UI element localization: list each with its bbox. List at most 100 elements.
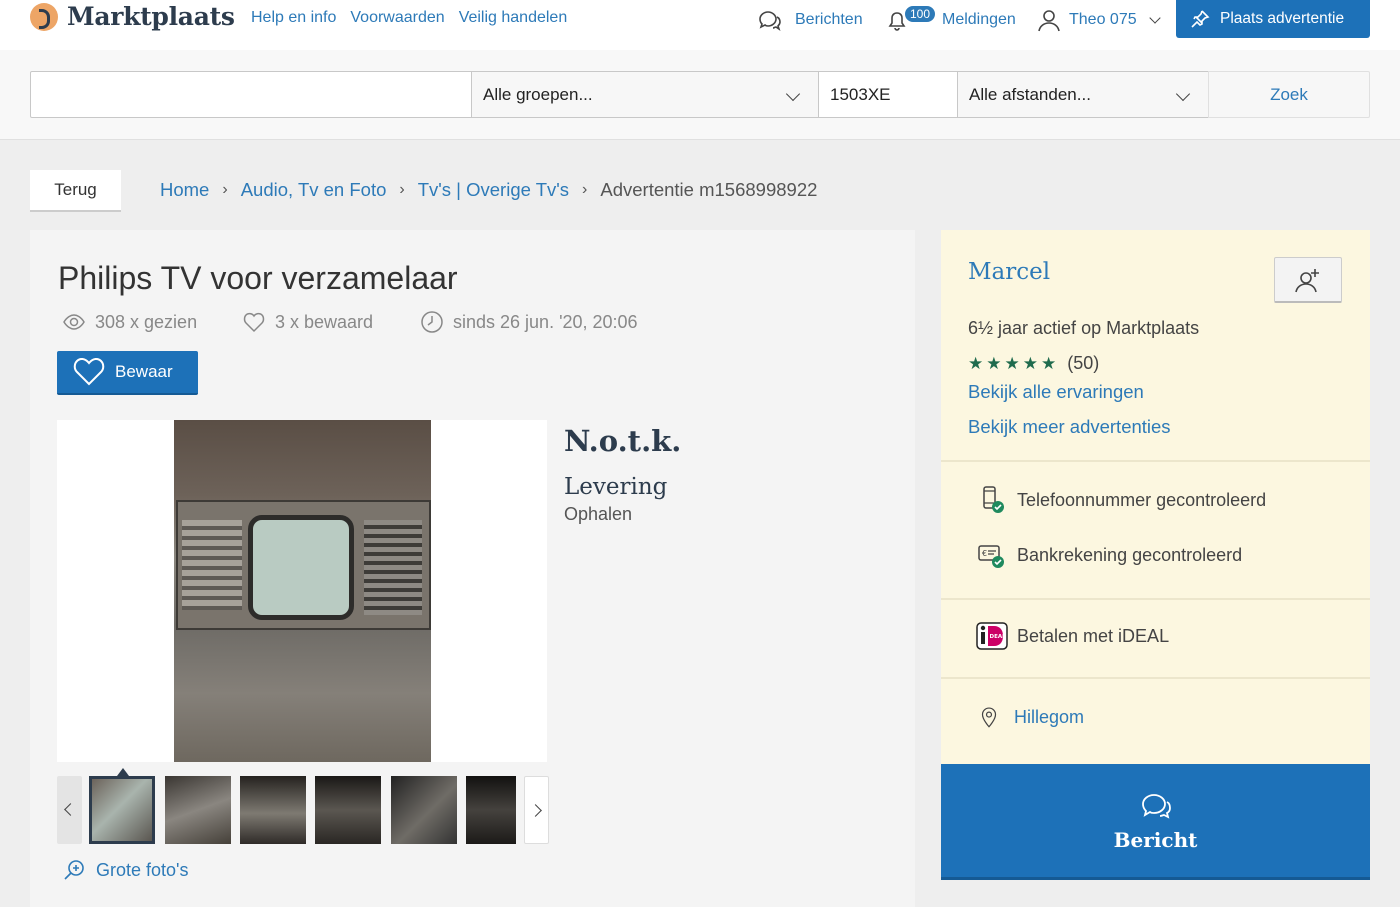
follow-seller-button[interactable]	[1274, 257, 1342, 303]
location-text: Hillegom	[1014, 706, 1085, 727]
send-message-label: Bericht	[1113, 827, 1198, 852]
seller-panel: Marcel 6½ jaar actief op Marktplaats ★★★…	[941, 230, 1370, 764]
saved-count-text: 3 x bewaard	[275, 311, 374, 332]
ideal-icon: DEAL	[976, 622, 1008, 650]
phone-verified: Telefoonnummer gecontroleerd	[976, 484, 1266, 516]
main-photo-frame[interactable]	[57, 420, 547, 762]
breadcrumb-subcategory[interactable]: Tv's | Overige Tv's	[418, 179, 569, 201]
thumbnail-5[interactable]	[391, 776, 457, 844]
main-photo[interactable]	[174, 420, 431, 762]
logo-icon	[30, 2, 58, 31]
logo-text: Marktplaats	[67, 2, 235, 31]
distance-value: Alle afstanden...	[969, 84, 1091, 104]
messages-label: Berichten	[795, 11, 863, 28]
breadcrumb-current: Advertentie m1568998922	[600, 179, 818, 200]
thumbnail-1[interactable]	[89, 776, 155, 844]
chat-icon	[1141, 793, 1171, 819]
thumbnail-3[interactable]	[240, 776, 306, 844]
ideal-payment: DEAL Betalen met iDEAL	[976, 620, 1169, 652]
seller-rating: ★★★★★ (50)	[968, 353, 1099, 374]
divider	[941, 460, 1370, 462]
eye-icon	[63, 314, 85, 330]
heart-icon	[73, 358, 105, 386]
bell-wrap: 100	[884, 5, 937, 33]
chat-icon	[759, 11, 781, 31]
large-photos-link[interactable]: Grote foto's	[62, 858, 188, 882]
search-bar: Alle groepen... 1503XE Alle afstanden...…	[0, 50, 1400, 140]
search-input[interactable]	[30, 71, 472, 118]
chevron-right-icon: ›	[222, 181, 228, 198]
category-value: Alle groepen...	[483, 84, 593, 104]
more-ads-link[interactable]: Bekijk meer advertenties	[968, 416, 1171, 438]
seller-location[interactable]: Hillegom	[976, 704, 1084, 730]
breadcrumb: Home › Audio, Tv en Foto › Tv's | Overig…	[160, 179, 817, 201]
clock-icon	[421, 311, 443, 333]
user-menu[interactable]: Theo 075	[1036, 5, 1161, 35]
posted-date: sinds 26 jun. '20, 20:06	[420, 310, 638, 334]
svg-text:DEAL: DEAL	[990, 634, 1007, 640]
review-count: (50)	[1067, 353, 1100, 373]
bank-verified: € Bankrekening gecontroleerd	[976, 539, 1242, 571]
price: N.o.t.k.	[564, 424, 682, 458]
add-user-icon	[1295, 268, 1319, 292]
delivery-label: Levering	[564, 474, 668, 500]
active-thumbnail-pointer	[117, 768, 129, 776]
saved-count: 3 x bewaard	[242, 310, 373, 334]
marktplaats-logo[interactable]: Marktplaats	[30, 2, 235, 31]
notifications-badge: 100	[904, 5, 937, 23]
seller-name[interactable]: Marcel	[968, 259, 1050, 285]
chevron-down-icon	[785, 86, 801, 102]
large-photos-label: Grote foto's	[96, 859, 189, 880]
star-rating: ★★★★★	[968, 353, 1060, 373]
phone-verified-text: Telefoonnummer gecontroleerd	[1017, 489, 1267, 510]
chevron-right-icon: ›	[582, 181, 588, 198]
notifications-label: Meldingen	[942, 11, 1016, 28]
terms-link[interactable]: Voorwaarden	[350, 9, 444, 27]
phone-verified-icon	[983, 486, 1004, 513]
listing-card: Philips TV voor verzamelaar 308 x gezien…	[30, 230, 915, 907]
search-button[interactable]: Zoek	[1208, 71, 1370, 118]
top-links: Help en info Voorwaarden Veilig handelen	[251, 9, 567, 27]
heart-icon	[243, 312, 265, 333]
posted-date-text: sinds 26 jun. '20, 20:06	[453, 311, 638, 332]
thumbnail-prev-button[interactable]	[57, 776, 82, 844]
thumbnail-4[interactable]	[315, 776, 381, 844]
seller-active-since: 6½ jaar actief op Marktplaats	[968, 318, 1200, 338]
photo-tv-panel	[182, 520, 242, 610]
all-reviews-link[interactable]: Bekijk alle ervaringen	[968, 381, 1144, 403]
delivery-value: Ophalen	[564, 504, 633, 524]
user-icon	[1038, 10, 1060, 32]
notifications-link[interactable]: 100 Meldingen	[884, 5, 1016, 35]
safe-trading-link[interactable]: Veilig handelen	[459, 9, 568, 27]
thumbnail-next-button[interactable]	[524, 776, 549, 844]
view-count-text: 308 x gezien	[95, 311, 198, 332]
divider	[941, 598, 1370, 600]
thumbnail-2[interactable]	[165, 776, 231, 844]
chevron-down-icon	[1148, 12, 1161, 24]
back-button[interactable]: Terug	[30, 170, 121, 212]
place-ad-button[interactable]: Plaats advertentie	[1176, 0, 1370, 38]
location-pin-icon	[981, 707, 997, 728]
zoom-in-icon	[64, 860, 84, 880]
save-button[interactable]: Bewaar	[57, 351, 198, 395]
messages-link[interactable]: Berichten	[756, 5, 863, 35]
distance-select[interactable]: Alle afstanden...	[957, 71, 1209, 118]
send-message-button[interactable]: Bericht	[941, 764, 1370, 880]
postcode-input[interactable]: 1503XE	[818, 71, 958, 118]
category-select[interactable]: Alle groepen...	[471, 71, 819, 118]
listing-title: Philips TV voor verzamelaar	[58, 260, 458, 296]
thumbnail-6[interactable]	[466, 776, 516, 844]
save-label: Bewaar	[115, 362, 173, 381]
svg-text:€: €	[982, 549, 987, 558]
ideal-payment-text: Betalen met iDEAL	[1017, 625, 1170, 646]
photo-tv-speaker	[364, 520, 422, 615]
bank-card-verified-icon: €	[978, 545, 1004, 568]
view-count: 308 x gezien	[62, 310, 197, 334]
breadcrumb-home[interactable]: Home	[160, 179, 209, 201]
chevron-down-icon	[1175, 86, 1191, 102]
divider	[941, 677, 1370, 679]
place-ad-label: Plaats advertentie	[1220, 10, 1345, 27]
help-link[interactable]: Help en info	[251, 9, 336, 27]
photo-tv-screen	[248, 515, 354, 620]
breadcrumb-category[interactable]: Audio, Tv en Foto	[241, 179, 387, 201]
